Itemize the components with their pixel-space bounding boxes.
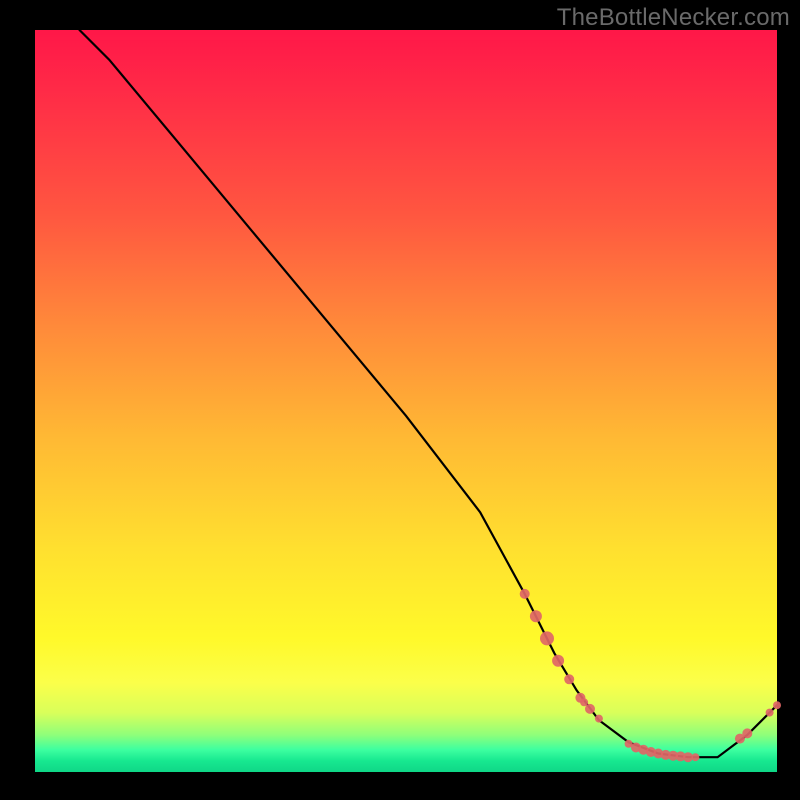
watermark-text: TheBottleNecker.com — [557, 4, 790, 32]
chart-marker — [742, 728, 752, 738]
chart-marker — [585, 704, 595, 714]
chart-marker — [773, 701, 781, 709]
chart-svg — [35, 30, 777, 772]
chart-marker — [540, 631, 554, 645]
chart-marker — [564, 674, 574, 684]
chart-marker — [766, 709, 774, 717]
chart-marker — [595, 715, 603, 723]
chart-curve — [80, 30, 778, 757]
chart-marker — [691, 753, 699, 761]
chart-marker — [530, 610, 542, 622]
chart-marker — [520, 589, 530, 599]
chart-plot-area — [35, 30, 777, 772]
chart-marker — [552, 655, 564, 667]
chart-markers — [520, 589, 781, 762]
